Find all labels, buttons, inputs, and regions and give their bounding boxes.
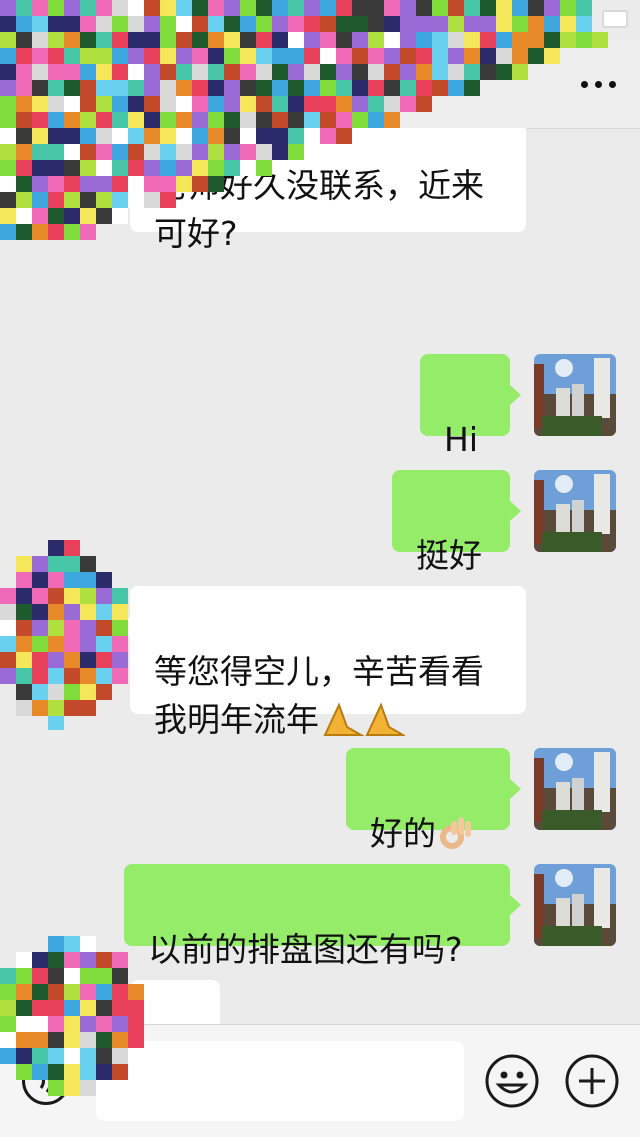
- message-text: Hi: [444, 420, 478, 459]
- bubble-tail: [509, 500, 521, 522]
- avatar[interactable]: [534, 354, 616, 436]
- privacy-mosaic-avatar: [0, 540, 128, 730]
- message-text: 等您得空儿，辛苦看看 我明年流年: [154, 652, 484, 739]
- avatar[interactable]: [534, 864, 616, 946]
- add-icon: [565, 1054, 619, 1108]
- building-photo: [534, 748, 616, 830]
- privacy-mosaic: [0, 0, 608, 240]
- message-text: 好的: [370, 814, 436, 853]
- message-bubble-incoming[interactable]: 等您得空儿，辛苦看看 我明年流年: [130, 586, 526, 739]
- bubble-tail: [509, 384, 521, 406]
- avatar[interactable]: [534, 470, 616, 552]
- message-bubble-outgoing[interactable]: Hi: [420, 354, 510, 459]
- message-bubble-outgoing[interactable]: 好的: [346, 748, 510, 853]
- building-photo: [534, 864, 616, 946]
- bubble-tail: [509, 894, 521, 916]
- message-text: 以前的排盘图还有吗?: [148, 930, 463, 969]
- ok-hand-icon: [438, 815, 474, 864]
- emoji-icon: [485, 1054, 539, 1108]
- building-photo: [534, 354, 616, 436]
- emoji-button[interactable]: [484, 1053, 540, 1109]
- avatar[interactable]: [534, 748, 616, 830]
- privacy-mosaic-avatar: [0, 936, 144, 1096]
- message-text: 挺好: [416, 536, 482, 575]
- message-bubble-outgoing[interactable]: 挺好: [392, 470, 510, 575]
- message-bubble-outgoing[interactable]: 以前的排盘图还有吗?: [124, 864, 510, 969]
- folded-hands-icon: [321, 701, 407, 750]
- message-input[interactable]: [96, 1041, 464, 1121]
- building-photo: [534, 470, 616, 552]
- add-button[interactable]: [564, 1053, 620, 1109]
- bubble-tail: [509, 778, 521, 800]
